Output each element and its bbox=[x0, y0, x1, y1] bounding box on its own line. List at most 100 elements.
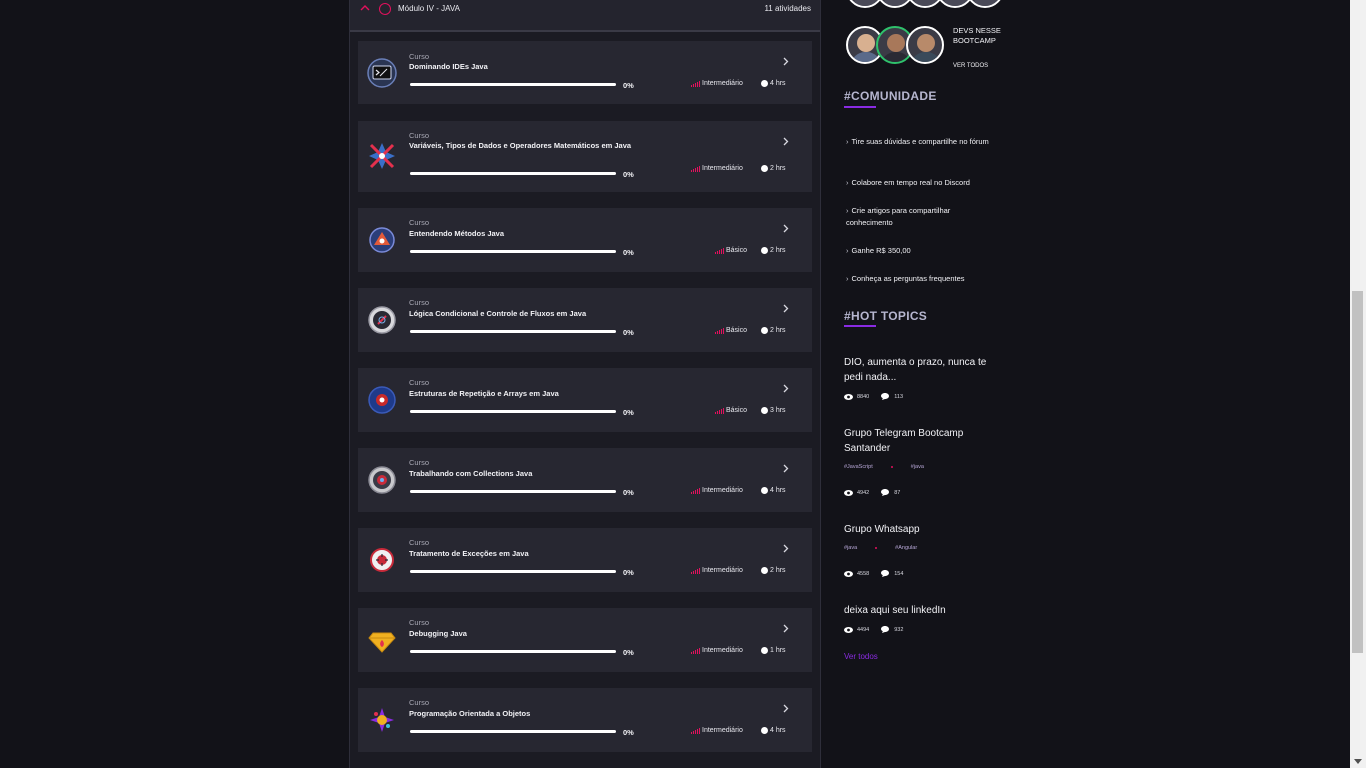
eye-icon bbox=[844, 626, 853, 633]
chevron-right-icon[interactable] bbox=[782, 224, 789, 233]
course-card[interactable]: Curso Trabalhando com Collections Java 0… bbox=[358, 448, 812, 512]
chevron-right-icon[interactable] bbox=[782, 384, 789, 393]
topic-title[interactable]: Grupo Telegram Bootcamp Santander bbox=[844, 426, 999, 456]
tag[interactable]: #Angular bbox=[895, 545, 917, 551]
avatar[interactable] bbox=[906, 26, 944, 64]
tag[interactable]: #JavaScript bbox=[844, 464, 873, 470]
clock-icon bbox=[761, 247, 768, 254]
course-title[interactable]: Entendendo Métodos Java bbox=[409, 229, 641, 238]
course-duration-label: 2 hrs bbox=[770, 567, 786, 574]
level-bars-icon bbox=[691, 80, 700, 87]
course-kind-label: Curso bbox=[409, 298, 430, 307]
tag[interactable]: #java bbox=[911, 464, 924, 470]
progress-percent: 0% bbox=[623, 408, 634, 417]
chevron-up-icon[interactable] bbox=[360, 3, 370, 13]
course-title[interactable]: Lógica Condicional e Controle de Fluxos … bbox=[409, 309, 641, 318]
avatar[interactable] bbox=[966, 0, 1004, 8]
course-level-label: Intermediário bbox=[702, 80, 743, 87]
progress-percent: 0% bbox=[623, 728, 634, 737]
topic-title[interactable]: deixa aqui seu linkedIn bbox=[844, 603, 999, 618]
course-duration: 1 hrs bbox=[761, 647, 786, 654]
topic-stats: 4494 932 bbox=[844, 626, 903, 633]
scroll-down-icon[interactable] bbox=[1354, 759, 1362, 764]
course-duration: 2 hrs bbox=[761, 567, 786, 574]
chevron-right-icon[interactable] bbox=[782, 624, 789, 633]
clock-icon bbox=[761, 80, 768, 87]
avatar[interactable] bbox=[876, 0, 914, 8]
course-level-label: Intermediário bbox=[702, 647, 743, 654]
comment-icon bbox=[881, 393, 890, 400]
course-duration: 2 hrs bbox=[761, 327, 786, 334]
avatar[interactable] bbox=[906, 0, 944, 8]
see-all-devs-link[interactable]: VER TODOS bbox=[953, 63, 988, 69]
progress-bar bbox=[410, 570, 616, 573]
chevron-right-icon[interactable] bbox=[782, 304, 789, 313]
chevron-right-icon[interactable] bbox=[782, 704, 789, 713]
course-title[interactable]: Programação Orientada a Objetos bbox=[409, 709, 641, 718]
course-title[interactable]: Tratamento de Exceções em Java bbox=[409, 549, 641, 558]
topic-title[interactable]: DIO, aumenta o prazo, nunca te pedi nada… bbox=[844, 355, 999, 385]
chevron-right-icon[interactable] bbox=[782, 544, 789, 553]
ide-terminal-icon bbox=[367, 58, 397, 88]
module-panel: Módulo IV - JAVA 11 atividades Curso Dom… bbox=[349, 0, 821, 768]
course-card[interactable]: Curso Debugging Java 0% Intermediário 1 … bbox=[358, 608, 812, 672]
course-title[interactable]: Debugging Java bbox=[409, 629, 641, 638]
progress-percent: 0% bbox=[623, 81, 634, 90]
course-card[interactable]: Curso Variáveis, Tipos de Dados e Operad… bbox=[358, 121, 812, 192]
progress-percent: 0% bbox=[623, 170, 634, 179]
course-card[interactable]: Curso Estruturas de Repetição e Arrays e… bbox=[358, 368, 812, 432]
community-link-earn[interactable]: › Ganhe R$ 350,00 bbox=[846, 245, 996, 257]
course-kind-label: Curso bbox=[409, 538, 430, 547]
progress-percent: 0% bbox=[623, 568, 634, 577]
eye-icon bbox=[844, 489, 853, 496]
course-card[interactable]: Curso Dominando IDEs Java 0% Intermediár… bbox=[358, 41, 812, 104]
progress-bar bbox=[410, 490, 616, 493]
course-level: Intermediário bbox=[691, 487, 743, 494]
chevron-right-icon[interactable] bbox=[782, 57, 789, 66]
avatar[interactable] bbox=[846, 0, 884, 8]
topic-title[interactable]: Grupo Whatsapp bbox=[844, 522, 999, 537]
course-card[interactable]: Curso Entendendo Métodos Java 0% Básico … bbox=[358, 208, 812, 272]
course-card[interactable]: Curso Programação Orientada a Objetos 0%… bbox=[358, 688, 812, 752]
community-link-discord[interactable]: › Colabore em tempo real no Discord bbox=[846, 177, 996, 189]
course-level: Intermediário bbox=[691, 165, 743, 172]
module-activity-count: 11 atividades bbox=[764, 4, 811, 13]
chevron-right-icon[interactable] bbox=[782, 464, 789, 473]
course-level-label: Intermediário bbox=[702, 487, 743, 494]
course-card[interactable]: Curso Lógica Condicional e Controle de F… bbox=[358, 288, 812, 352]
chevron-right-icon: › bbox=[846, 178, 849, 187]
topic-views: 4494 bbox=[857, 626, 870, 633]
topic-views: 8840 bbox=[857, 393, 870, 400]
oop-icon bbox=[370, 708, 394, 732]
community-link-faq[interactable]: › Conheça as perguntas frequentes bbox=[846, 273, 996, 285]
course-title[interactable]: Trabalhando com Collections Java bbox=[409, 469, 641, 478]
module-status-icon bbox=[379, 3, 391, 15]
chevron-right-icon: › bbox=[846, 206, 849, 215]
tag[interactable]: #java bbox=[844, 545, 857, 551]
progress-bar bbox=[410, 650, 616, 653]
clock-icon bbox=[761, 567, 768, 574]
tag-separator bbox=[875, 547, 878, 549]
scrollbar-thumb[interactable] bbox=[1352, 291, 1363, 653]
course-duration: 2 hrs bbox=[761, 247, 786, 254]
progress-bar bbox=[410, 410, 616, 413]
clock-icon bbox=[761, 487, 768, 494]
course-title[interactable]: Estruturas de Repetição e Arrays em Java bbox=[409, 389, 641, 398]
page-scrollbar[interactable] bbox=[1350, 0, 1366, 768]
topic-tags: #JavaScript #java bbox=[844, 464, 924, 470]
avatar[interactable] bbox=[936, 0, 974, 8]
course-level: Intermediário bbox=[691, 647, 743, 654]
course-level: Básico bbox=[715, 247, 747, 254]
course-title[interactable]: Dominando IDEs Java bbox=[409, 62, 641, 71]
course-duration: 3 hrs bbox=[761, 407, 786, 414]
course-title[interactable]: Variáveis, Tipos de Dados e Operadores M… bbox=[409, 141, 641, 150]
module-header[interactable]: Módulo IV - JAVA 11 atividades bbox=[350, 0, 820, 32]
topic-comments: 154 bbox=[894, 570, 904, 577]
community-link-articles[interactable]: › Crie artigos para compartilhar conhecim… bbox=[846, 205, 996, 229]
chevron-right-icon[interactable] bbox=[782, 137, 789, 146]
see-all-topics-link[interactable]: Ver todos bbox=[844, 652, 878, 661]
level-bars-icon bbox=[691, 647, 700, 654]
course-level-label: Intermediário bbox=[702, 567, 743, 574]
course-card[interactable]: Curso Tratamento de Exceções em Java 0% … bbox=[358, 528, 812, 592]
community-link-forum[interactable]: › Tire suas dúvidas e compartilhe no fóru… bbox=[846, 136, 996, 148]
